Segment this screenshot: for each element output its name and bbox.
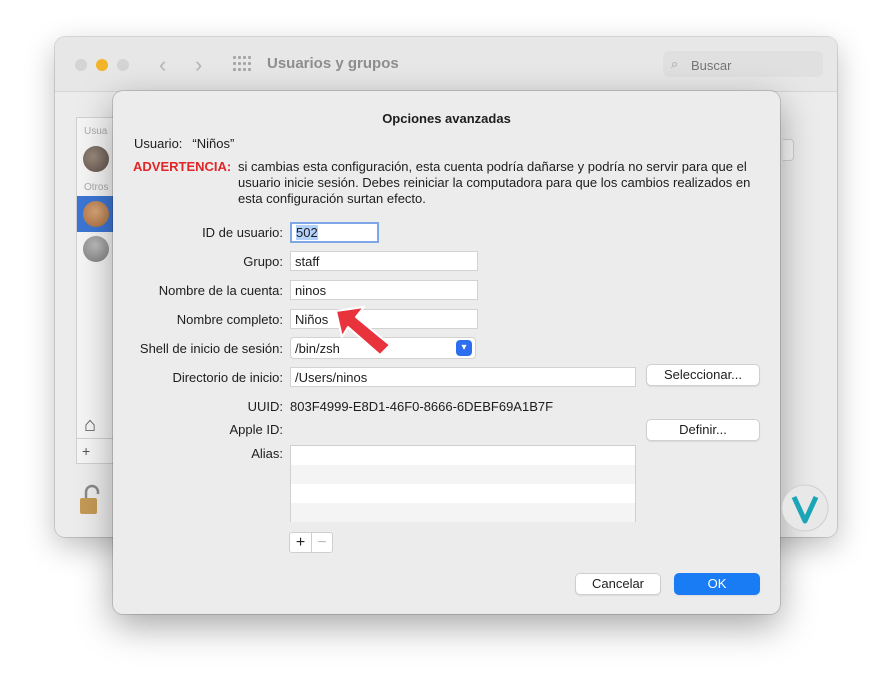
minimize-window-button[interactable]: [96, 59, 108, 71]
search-icon: ⌕: [671, 56, 679, 71]
user-line: Usuario: “Niños”: [134, 136, 234, 151]
window-titlebar: ‹ › Usuarios y grupos ⌕: [55, 37, 837, 92]
zoom-window-button[interactable]: [117, 59, 129, 71]
full-name-label: Nombre completo:: [176, 312, 283, 327]
alias-add-remove-control: + −: [289, 532, 333, 553]
shell-label: Shell de inicio de sesión:: [139, 341, 283, 356]
user-id-field[interactable]: 502: [290, 222, 379, 243]
alias-row[interactable]: [291, 484, 635, 503]
house-icon[interactable]: ⌂: [84, 414, 96, 437]
sheet-title: Opciones avanzadas: [382, 111, 511, 126]
window-title: Usuarios y grupos: [267, 55, 399, 72]
user-id-value: 502: [296, 225, 318, 240]
apple-id-label: Apple ID:: [229, 422, 283, 437]
warning-text: si cambias esta configuración, esta cuen…: [238, 159, 751, 206]
close-window-button[interactable]: [75, 59, 87, 71]
search-field[interactable]: ⌕: [663, 51, 823, 77]
warning-label: ADVERTENCIA:: [133, 159, 232, 174]
user-avatar-current[interactable]: [83, 146, 109, 172]
define-apple-id-button[interactable]: Definir...: [646, 419, 760, 441]
user-name: “Niños”: [192, 136, 235, 151]
group-label: Grupo:: [243, 254, 283, 269]
alias-list[interactable]: [290, 445, 636, 522]
search-input[interactable]: [689, 55, 813, 75]
add-alias-button[interactable]: +: [290, 533, 312, 552]
alias-row[interactable]: [291, 465, 635, 484]
uuid-value: 803F4999-E8D1-46F0-8666-6DEBF69A1B7F: [290, 399, 554, 414]
user-avatar-ninos: [83, 201, 109, 227]
user-label: Usuario:: [134, 136, 183, 151]
account-name-value: ninos: [295, 283, 327, 298]
add-user-button[interactable]: +: [82, 443, 90, 459]
back-chevron-icon[interactable]: ‹: [159, 52, 166, 78]
select-home-dir-button[interactable]: Seleccionar...: [646, 364, 760, 386]
home-dir-field[interactable]: /Users/ninos: [290, 367, 636, 387]
alias-label: Alias:: [251, 446, 283, 461]
annotation-arrow: [335, 306, 391, 356]
forward-chevron-icon[interactable]: ›: [195, 52, 202, 78]
user-avatar-guest[interactable]: [83, 236, 109, 262]
advanced-options-sheet: Opciones avanzadas Usuario: “Niños” ADVER…: [113, 91, 780, 614]
cancel-button[interactable]: Cancelar: [575, 573, 661, 595]
user-id-label: ID de usuario:: [202, 225, 283, 240]
group-field[interactable]: staff: [290, 251, 478, 271]
account-name-label: Nombre de la cuenta:: [158, 283, 283, 298]
group-value: staff: [295, 254, 320, 269]
alias-row[interactable]: [291, 503, 635, 522]
partial-button[interactable]: [783, 139, 794, 161]
lock-icon[interactable]: [79, 484, 101, 516]
ok-button[interactable]: OK: [674, 573, 760, 595]
alias-row[interactable]: [291, 446, 635, 465]
uuid-label: UUID:: [247, 399, 283, 414]
grid-icon[interactable]: [233, 56, 251, 72]
chevron-updown-icon: ▾: [456, 340, 472, 356]
account-name-field[interactable]: ninos: [290, 280, 478, 300]
home-dir-value: /Users/ninos: [295, 370, 368, 385]
sidebar-section-others: Otros: [84, 182, 109, 193]
home-dir-label: Directorio de inicio:: [172, 370, 283, 385]
sidebar-section-users: Usua: [84, 126, 108, 137]
watermark-logo: [781, 484, 829, 532]
remove-alias-button[interactable]: −: [312, 533, 332, 552]
full-name-value: Niños: [295, 312, 329, 327]
